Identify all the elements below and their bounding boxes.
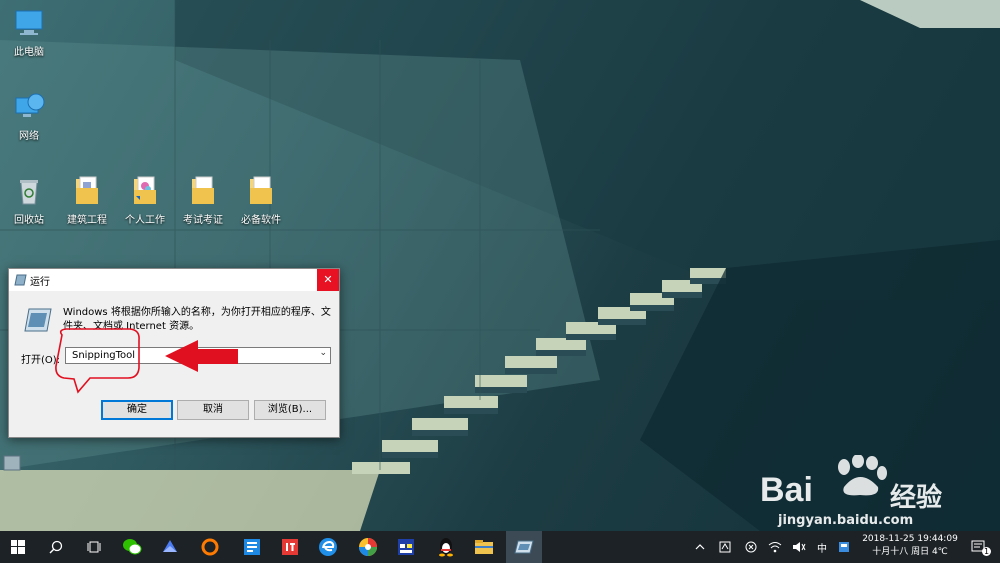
taskbar-app-edge[interactable]: [310, 531, 346, 563]
feishu-icon: [163, 540, 177, 552]
tray-icon-3[interactable]: [766, 531, 784, 563]
photo-app-icon: [359, 538, 377, 556]
calendar-app-icon: [398, 539, 414, 555]
taskbar: 中 2018-11-25 19:44:09 十月十八 周日 4℃ 1: [0, 531, 1000, 563]
taskbar-app-run[interactable]: [506, 531, 542, 563]
wifi-icon: [768, 542, 782, 553]
taskbar-app-it[interactable]: [272, 531, 308, 563]
news-icon: [244, 539, 260, 555]
taskbar-app-feishu[interactable]: [152, 531, 188, 563]
watermark-url: jingyan.baidu.com: [778, 513, 914, 528]
ime-indicator[interactable]: 中: [814, 531, 830, 563]
watermark-brand: Bai: [760, 471, 813, 509]
search-icon: [49, 540, 63, 554]
task-view-icon: [87, 541, 101, 553]
task-view-button[interactable]: [76, 531, 112, 563]
baidu-paw-icon: [838, 455, 887, 496]
volume-icon: [793, 542, 806, 552]
wechat-icon: [123, 539, 142, 555]
arrow-left-icon: [165, 340, 238, 372]
app-tray-icon: [719, 541, 731, 553]
start-button[interactable]: [0, 531, 36, 563]
uc-browser-icon: [201, 538, 219, 556]
chevron-up-icon: [695, 544, 705, 550]
clock-date: 2018-11-25: [862, 534, 915, 544]
tray-icon-4[interactable]: [790, 531, 808, 563]
qq-icon: [439, 538, 453, 557]
clock[interactable]: 2018-11-25 19:44:09 十月十八 周日 4℃: [858, 533, 962, 559]
taskbar-app-uc[interactable]: [192, 531, 228, 563]
file-explorer-icon: [475, 540, 493, 554]
highlight-circle: [55, 328, 140, 394]
app-tray-icon: [745, 541, 757, 553]
tray-icon-1[interactable]: [716, 531, 734, 563]
taskbar-app-photos[interactable]: [350, 531, 386, 563]
run-icon: [514, 540, 534, 554]
taskbar-app-calendar[interactable]: [388, 531, 424, 563]
start-icon: [11, 540, 25, 554]
notification-center-button[interactable]: 1: [964, 531, 994, 563]
taskbar-app-explorer[interactable]: [466, 531, 502, 563]
app-tray-icon: [839, 542, 849, 552]
tray-icon-5[interactable]: [836, 531, 852, 563]
clock-lunar: 十月十八 周日 4℃: [872, 547, 948, 557]
notification-count: 1: [982, 547, 992, 556]
edge-icon: [319, 538, 337, 556]
baidu-jingyan-watermark: Bai 经验 jingyan.baidu.com: [760, 455, 990, 530]
search-button[interactable]: [38, 531, 74, 563]
it-app-icon: [282, 539, 298, 555]
tray-icon-2[interactable]: [742, 531, 760, 563]
taskbar-app-wechat[interactable]: [114, 531, 150, 563]
tray-chevron-up[interactable]: [692, 531, 708, 563]
taskbar-app-qq[interactable]: [428, 531, 464, 563]
watermark-brand-cn: 经验: [890, 483, 943, 513]
taskbar-app-news[interactable]: [234, 531, 270, 563]
clock-time: 19:44:09: [917, 534, 958, 544]
